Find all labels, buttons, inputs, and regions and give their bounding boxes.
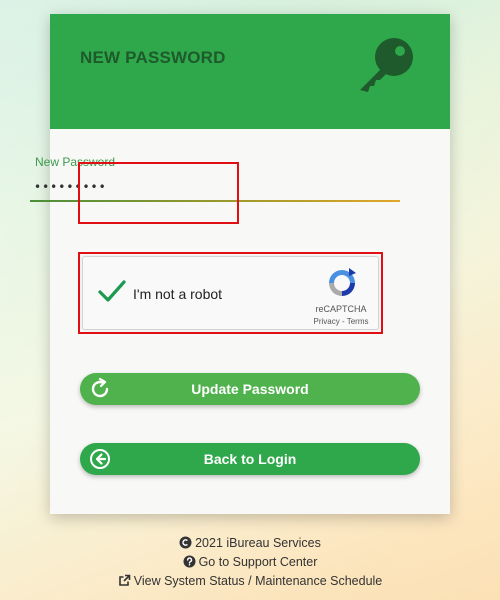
card-header: NEW PASSWORD (50, 14, 450, 129)
update-password-label: Update Password (191, 381, 309, 397)
recaptcha-label: I'm not a robot (133, 286, 223, 302)
new-password-field: New Password (30, 148, 400, 202)
recaptcha-links[interactable]: Privacy - Terms (295, 317, 387, 326)
footer-support[interactable]: Go to Support Center (0, 555, 500, 569)
key-icon (360, 38, 413, 92)
copyright-icon (179, 536, 192, 549)
back-to-login-label: Back to Login (203, 451, 297, 467)
copyright-text: 2021 iBureau Services (195, 536, 321, 550)
new-password-label: New Password (35, 155, 116, 169)
recaptcha-brand: reCAPTCHA (315, 304, 367, 314)
support-link[interactable]: Go to Support Center (199, 555, 318, 569)
status-link[interactable]: View System Status / Maintenance Schedul… (134, 574, 383, 588)
refresh-icon (91, 377, 109, 398)
check-icon[interactable] (97, 279, 127, 305)
question-icon (183, 555, 196, 568)
recaptcha-logo-icon (329, 268, 356, 296)
new-password-input[interactable] (34, 175, 370, 199)
footer-status[interactable]: View System Status / Maintenance Schedul… (0, 574, 500, 588)
page-title: NEW PASSWORD (80, 48, 226, 67)
back-to-login-button[interactable]: Back to Login (80, 443, 420, 475)
footer-copyright: 2021 iBureau Services (0, 536, 500, 550)
field-underline (30, 200, 400, 202)
external-link-icon (118, 574, 131, 586)
back-arrow-icon (90, 449, 110, 469)
update-password-button[interactable]: Update Password (80, 373, 420, 405)
recaptcha-widget[interactable]: I'm not a robot reCAPTCHA Privacy - Term… (82, 256, 379, 330)
